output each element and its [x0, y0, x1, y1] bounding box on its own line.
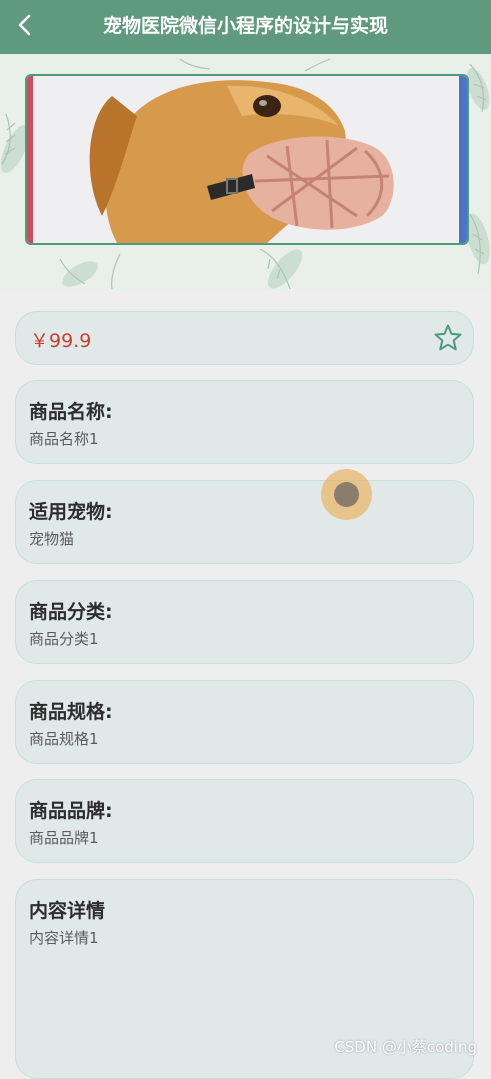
field-value: 商品分类1 — [29, 630, 99, 648]
product-price: ￥99.9 — [30, 330, 92, 352]
field-label: 商品规格: — [29, 701, 113, 723]
product-image[interactable] — [25, 74, 469, 245]
field-card-spec: 商品规格: 商品规格1 — [15, 680, 474, 764]
field-value: 商品品牌1 — [29, 829, 99, 847]
field-card-product-name: 商品名称: 商品名称1 — [15, 380, 474, 464]
field-value: 商品规格1 — [29, 730, 99, 748]
field-card-brand: 商品品牌: 商品品牌1 — [15, 779, 474, 863]
page-title: 宠物医院微信小程序的设计与实现 — [102, 15, 388, 37]
detail-value: 内容详情1 — [29, 929, 99, 947]
field-value: 宠物猫 — [29, 530, 75, 548]
star-outline-icon — [434, 324, 462, 351]
field-card-pet-type: 适用宠物: 宠物猫 — [15, 480, 474, 564]
favorite-button[interactable] — [433, 323, 463, 353]
top-nav-bar: 宠物医院微信小程序的设计与实现 — [0, 0, 491, 54]
dog-muzzle-photo — [27, 76, 467, 243]
field-label: 商品品牌: — [29, 800, 113, 822]
price-card: ￥99.9 — [15, 311, 474, 365]
detail-label: 内容详情 — [29, 900, 106, 922]
field-label: 商品分类: — [29, 601, 113, 623]
field-label: 商品名称: — [29, 401, 113, 423]
touch-indicator — [321, 469, 372, 520]
watermark: CSDN @小蔡coding — [334, 1038, 477, 1056]
field-value: 商品名称1 — [29, 430, 99, 448]
field-label: 适用宠物: — [29, 501, 113, 523]
product-banner — [0, 54, 491, 291]
field-card-category: 商品分类: 商品分类1 — [15, 580, 474, 664]
